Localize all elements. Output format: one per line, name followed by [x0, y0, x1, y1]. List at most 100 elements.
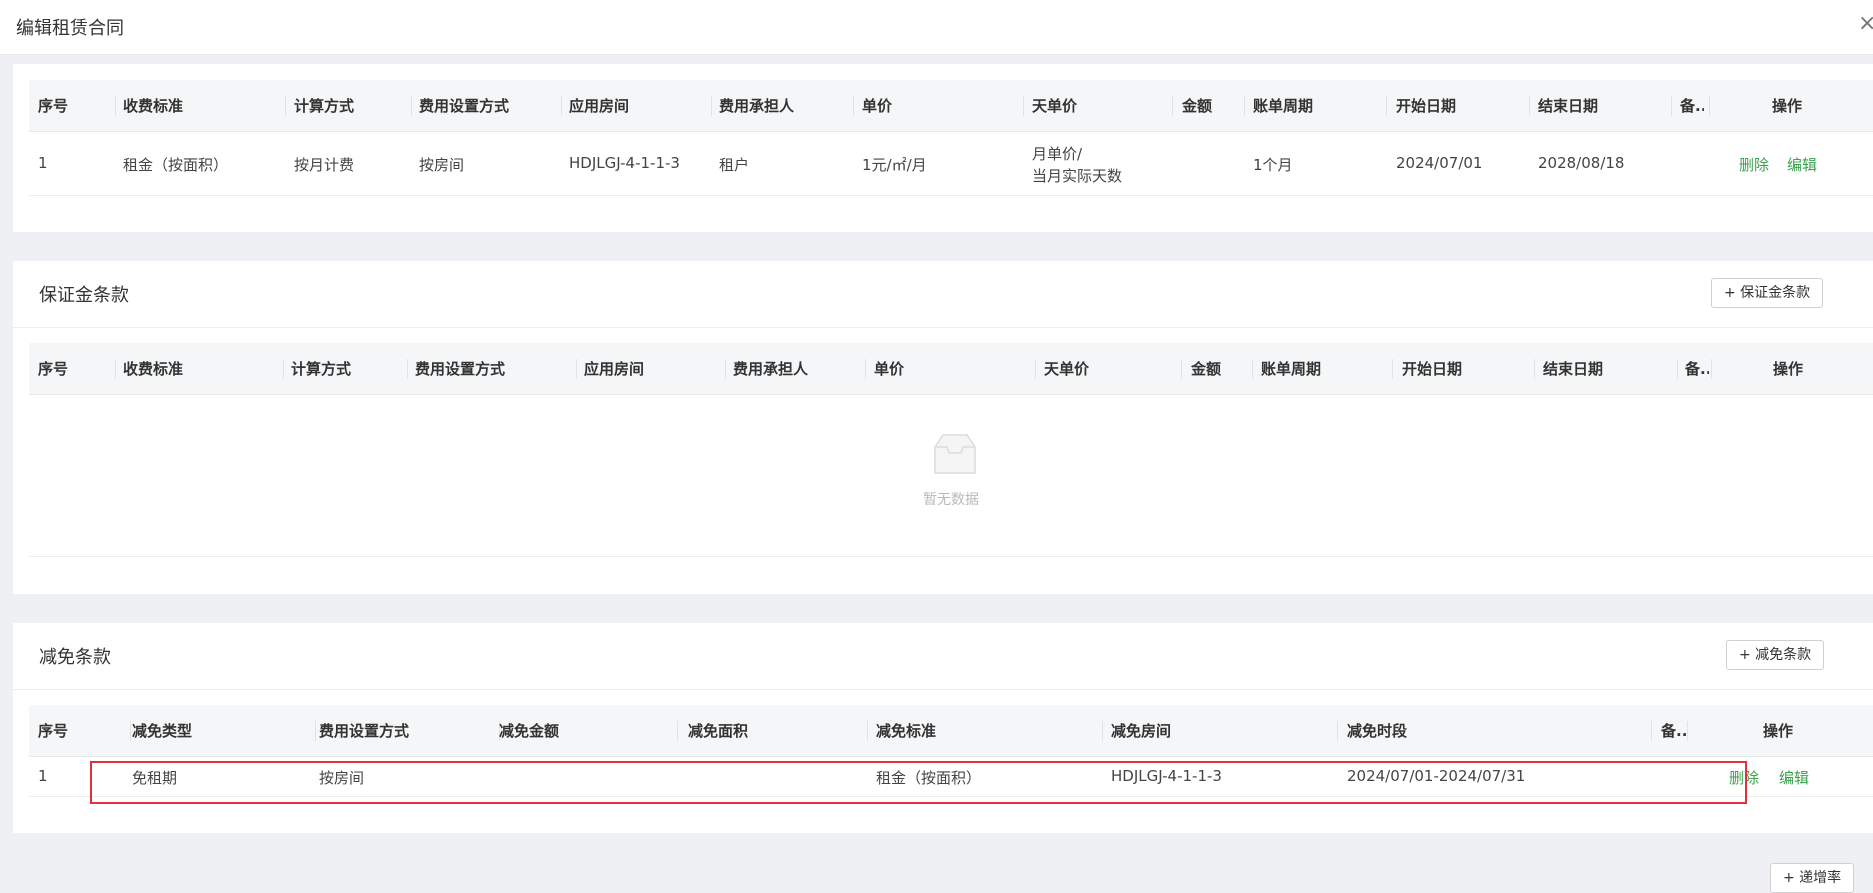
cell-setting: 按房间 — [419, 156, 465, 174]
divider — [13, 689, 1873, 690]
add-increase-rate-button[interactable]: + 递增率 — [1770, 863, 1855, 893]
col-separator — [1651, 721, 1652, 741]
col-separator — [1671, 96, 1672, 116]
col-separator — [1534, 359, 1535, 379]
col-separator — [315, 721, 316, 741]
col-separator — [1687, 721, 1688, 741]
col-separator — [115, 359, 116, 379]
col-header-end: 结束日期 — [1538, 97, 1599, 115]
col-header-type: 减免类型 — [132, 722, 193, 740]
col-header-start: 开始日期 — [1402, 360, 1463, 378]
col-header-no: 序号 — [38, 722, 69, 740]
col-header-setting: 费用设置方式 — [419, 97, 510, 115]
cell-day-price-line1: 月单价/ — [1032, 145, 1083, 163]
reduction-section-title: 减免条款 — [39, 647, 111, 668]
col-header-amount: 金额 — [1182, 97, 1213, 115]
reduction-table-header: 序号 减免类型 费用设置方式 减免金额 减免面积 减免标准 减免房间 减免时段 … — [29, 705, 1873, 757]
cell-payer: 租户 — [719, 156, 750, 174]
col-separator — [285, 96, 286, 116]
col-separator — [1711, 359, 1712, 379]
col-separator — [1677, 359, 1678, 379]
col-header-start: 开始日期 — [1396, 97, 1457, 115]
col-header-payer: 费用承担人 — [719, 97, 795, 115]
deposit-table-header: 序号 收费标准 计算方式 费用设置方式 应用房间 费用承担人 单价 天单价 金额… — [29, 343, 1873, 395]
col-header-day-price: 天单价 — [1044, 360, 1090, 378]
col-header-actions: 操作 — [1772, 97, 1803, 115]
deposit-section-title: 保证金条款 — [39, 285, 129, 306]
col-header-area: 减免面积 — [688, 722, 749, 740]
col-header-actions: 操作 — [1763, 722, 1794, 740]
cell-cycle: 1个月 — [1253, 156, 1293, 174]
col-header-unit-price: 单价 — [874, 360, 905, 378]
highlight-box — [90, 761, 1747, 804]
col-header-actions: 操作 — [1773, 360, 1804, 378]
modal-header: 编辑租赁合同 × — [0, 0, 1873, 55]
add-deposit-button[interactable]: + 保证金条款 — [1711, 278, 1824, 308]
col-separator — [1244, 96, 1245, 116]
modal-title: 编辑租赁合同 — [16, 18, 124, 39]
col-separator — [1252, 359, 1253, 379]
col-header-calc: 计算方式 — [291, 360, 352, 378]
col-separator — [1035, 359, 1036, 379]
cell-start: 2024/07/01 — [1396, 154, 1483, 172]
col-header-cycle: 账单周期 — [1261, 360, 1322, 378]
close-icon[interactable]: × — [1858, 11, 1873, 36]
col-header-end: 结束日期 — [1543, 360, 1604, 378]
empty-text: 暂无数据 — [923, 492, 979, 508]
col-separator — [867, 721, 868, 741]
col-separator — [1392, 359, 1393, 379]
col-separator — [853, 96, 854, 116]
cell-day-price-line2: 当月实际天数 — [1032, 167, 1123, 185]
add-reduction-button[interactable]: + 减免条款 — [1726, 640, 1825, 670]
col-header-remark: 备.. — [1685, 360, 1709, 378]
col-separator — [576, 359, 577, 379]
col-separator — [677, 721, 678, 741]
cell-room: HDJLGJ-4-1-1-3 — [569, 154, 680, 172]
cell-no: 1 — [38, 767, 48, 785]
col-header-unit-price: 单价 — [862, 97, 893, 115]
col-separator — [711, 96, 712, 116]
col-header-no: 序号 — [38, 360, 69, 378]
col-separator — [1023, 96, 1024, 116]
delete-link[interactable]: 删除 — [1739, 154, 1769, 175]
cell-standard: 租金（按面积） — [123, 156, 229, 174]
col-separator — [1337, 721, 1338, 741]
cell-end: 2028/08/18 — [1538, 154, 1625, 172]
col-header-no: 序号 — [38, 97, 69, 115]
cell-unit-price: 1元/㎡/月 — [862, 156, 927, 174]
col-header-room: 减免房间 — [1111, 722, 1172, 740]
col-separator — [561, 96, 562, 116]
col-separator — [411, 96, 412, 116]
deposit-terms-card: 保证金条款 + 保证金条款 序号 收费标准 计算方式 费用设置方式 应用房间 费… — [13, 261, 1873, 594]
col-header-amount: 金额 — [1191, 360, 1222, 378]
col-header-payer: 费用承担人 — [733, 360, 809, 378]
col-header-standard: 收费标准 — [123, 97, 184, 115]
col-header-standard: 减免标准 — [876, 722, 937, 740]
empty-inbox-icon — [934, 434, 976, 474]
col-separator — [1172, 96, 1173, 116]
col-separator — [1102, 721, 1103, 741]
col-separator — [725, 359, 726, 379]
col-header-amount: 减免金额 — [499, 722, 560, 740]
fee-terms-card: 序号 收费标准 计算方式 费用设置方式 应用房间 费用承担人 单价 天单价 金额… — [13, 64, 1873, 232]
col-header-period: 减免时段 — [1347, 722, 1408, 740]
edit-link[interactable]: 编辑 — [1779, 767, 1809, 788]
col-header-setting: 费用设置方式 — [319, 722, 410, 740]
fee-table-header: 序号 收费标准 计算方式 费用设置方式 应用房间 费用承担人 单价 天单价 金额… — [29, 80, 1873, 132]
divider — [13, 327, 1873, 328]
col-header-cycle: 账单周期 — [1253, 97, 1314, 115]
col-separator — [1529, 96, 1530, 116]
col-header-day-price: 天单价 — [1032, 97, 1078, 115]
col-separator — [115, 96, 116, 116]
cell-no: 1 — [38, 154, 48, 172]
col-separator — [1709, 96, 1710, 116]
col-header-room: 应用房间 — [569, 97, 630, 115]
table-row: 1 租金（按面积） 按月计费 按房间 HDJLGJ-4-1-1-3 租户 1元/… — [29, 132, 1873, 196]
col-header-remark: 备.. — [1661, 722, 1687, 740]
col-separator — [407, 359, 408, 379]
col-header-setting: 费用设置方式 — [415, 360, 506, 378]
col-separator — [1181, 359, 1182, 379]
col-separator — [130, 721, 131, 741]
edit-link[interactable]: 编辑 — [1787, 154, 1817, 175]
cell-calc: 按月计费 — [294, 156, 355, 174]
